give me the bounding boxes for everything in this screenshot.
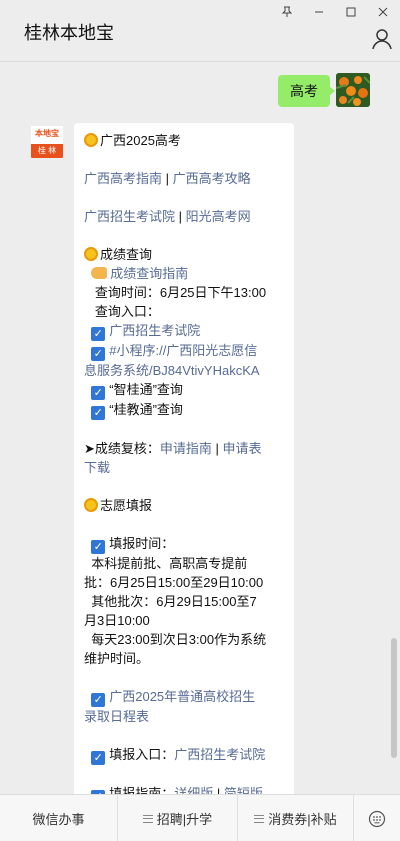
link-guide-short[interactable]: 简短版 bbox=[224, 786, 263, 794]
checkbox-icon: ✓ bbox=[91, 386, 106, 400]
close-icon[interactable] bbox=[372, 4, 394, 20]
fill-time-line: 维护时间。 bbox=[84, 651, 150, 666]
checkbox-icon: ✓ bbox=[91, 406, 106, 420]
outgoing-message[interactable]: 高考 bbox=[278, 75, 335, 107]
menu-item-wechat-services[interactable]: 微信办事 bbox=[0, 795, 118, 841]
user-avatar[interactable] bbox=[336, 73, 370, 107]
sun-icon bbox=[84, 498, 98, 512]
fill-entry-label: 填报入口： bbox=[109, 747, 175, 762]
separator: | bbox=[211, 441, 223, 456]
link-score-guide[interactable]: 成绩查询指南 bbox=[110, 266, 188, 281]
chat-scrollbar[interactable] bbox=[391, 638, 397, 758]
chat-area[interactable]: 高考 本地宝 桂 林 广西2025高考 广西高考指南 | 广西高考攻略 广西招生… bbox=[0, 63, 400, 794]
bot-avatar-city: 桂 林 bbox=[31, 144, 63, 158]
pointing-hand-icon bbox=[91, 267, 108, 279]
bot-avatar-brand: 本地宝 bbox=[31, 126, 63, 144]
link-gaokao-strategy[interactable]: 广西高考攻略 bbox=[173, 171, 251, 186]
link-guide-detailed[interactable]: 详细版 bbox=[174, 786, 213, 794]
menu-list-icon bbox=[142, 814, 153, 823]
recheck-label: ➤成绩复核： bbox=[84, 441, 160, 456]
checkbox-icon: ✓ bbox=[91, 540, 106, 554]
fill-time-line: 月3日10:00 bbox=[84, 613, 150, 628]
sun-icon bbox=[84, 247, 98, 261]
chat-title: 桂林本地宝 bbox=[24, 23, 114, 43]
link-exam-institute[interactable]: 广西招生考试院 bbox=[84, 209, 175, 224]
fill-time-label: 填报时间： bbox=[109, 536, 175, 551]
minimize-icon[interactable] bbox=[308, 4, 330, 20]
fill-time-line: 批：6月25日15:00至29日10:00 bbox=[84, 575, 264, 590]
title-bar: 桂林本地宝 bbox=[0, 0, 400, 62]
menu-item-label: 招聘|升学 bbox=[156, 812, 213, 827]
bot-avatar[interactable]: 本地宝 桂 林 bbox=[30, 125, 64, 159]
fill-time-line: 每天23:00到次日3:00作为系统 bbox=[91, 632, 267, 647]
pin-icon[interactable] bbox=[276, 4, 298, 20]
score-entry-label: 查询入口： bbox=[94, 304, 160, 319]
checkbox-icon: ✓ bbox=[91, 347, 106, 361]
entry-zhiguitong: “智桂通”查询 bbox=[109, 382, 183, 397]
fill-time-line: 本科提前批、高职高专提前 bbox=[91, 556, 248, 571]
link-mini-program-cont[interactable]: 息服务系统/BJ84VtivYHakcKA bbox=[84, 363, 260, 378]
menu-item-coupons-subsidies[interactable]: 消费券|补贴 bbox=[238, 795, 354, 841]
link-recheck-guide[interactable]: 申请指南 bbox=[160, 441, 212, 456]
separator: | bbox=[175, 209, 186, 224]
message-heading: 广西2025高考 bbox=[100, 133, 181, 148]
fill-time-line: 其他批次：6月29日15:00至7 bbox=[91, 594, 257, 609]
checkbox-icon: ✓ bbox=[91, 693, 106, 707]
volunteer-heading: 志愿填报 bbox=[100, 498, 153, 513]
entry-guijiaotong: “桂教通”查询 bbox=[109, 402, 183, 417]
link-schedule-cont[interactable]: 录取日程表 bbox=[84, 709, 149, 724]
menu-item-label: 消费券|补贴 bbox=[268, 812, 337, 827]
menu-item-jobs-education[interactable]: 招聘|升学 bbox=[118, 795, 238, 841]
link-gaokao-guide[interactable]: 广西高考指南 bbox=[84, 171, 162, 186]
checkbox-icon: ✓ bbox=[91, 327, 106, 341]
link-recheck-form[interactable]: 申请表 bbox=[223, 441, 262, 456]
separator: | bbox=[213, 786, 224, 794]
link-fill-entry[interactable]: 广西招生考试院 bbox=[174, 747, 265, 762]
separator: | bbox=[162, 171, 173, 186]
fill-guide-label: 填报指南： bbox=[109, 786, 175, 794]
score-heading: 成绩查询 bbox=[100, 247, 153, 262]
link-recheck-form-cont[interactable]: 下载 bbox=[84, 460, 110, 475]
bottom-menu: 微信办事 招聘|升学 消费券|补贴 bbox=[0, 794, 400, 841]
menu-item-label: 微信办事 bbox=[32, 812, 85, 827]
sun-icon bbox=[84, 133, 98, 147]
link-schedule[interactable]: 广西2025年普通高校招生 bbox=[109, 689, 255, 704]
link-sunshine-gaokao[interactable]: 阳光高考网 bbox=[186, 209, 251, 224]
link-mini-program[interactable]: #小程序://广西阳光志愿信 bbox=[109, 343, 257, 358]
score-time: 查询时间：6月25日下午13:00 bbox=[94, 285, 267, 300]
menu-list-icon bbox=[254, 814, 265, 823]
maximize-icon[interactable] bbox=[340, 4, 362, 20]
person-icon[interactable] bbox=[370, 27, 394, 51]
bot-message[interactable]: 广西2025高考 广西高考指南 | 广西高考攻略 广西招生考试院 | 阳光高考网… bbox=[74, 123, 294, 794]
keyboard-icon[interactable] bbox=[354, 795, 400, 841]
link-entry-exam-institute[interactable]: 广西招生考试院 bbox=[109, 323, 200, 338]
checkbox-icon: ✓ bbox=[91, 751, 106, 765]
